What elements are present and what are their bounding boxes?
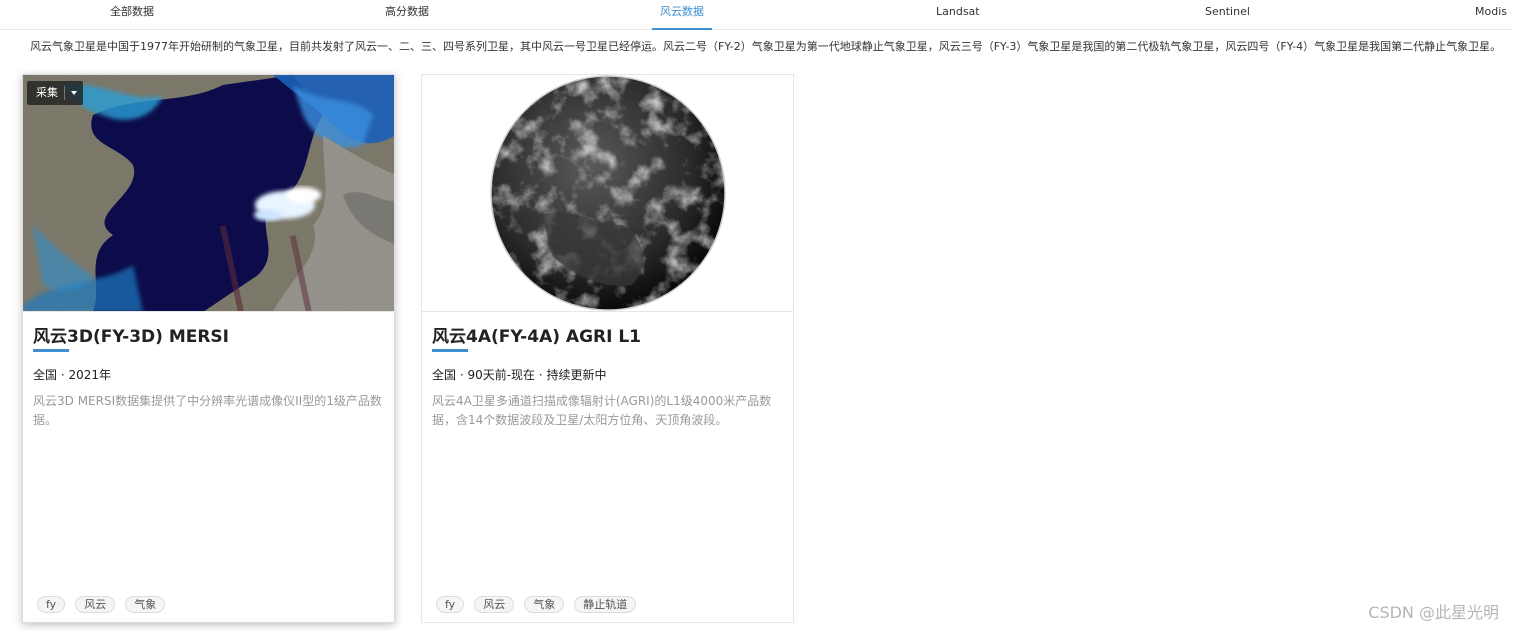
tag[interactable]: 风云 xyxy=(474,596,515,613)
dataset-description: 风云4A卫星多通道扫描成像辐射计(AGRI)的L1级4000米产品数据，含14个… xyxy=(432,394,772,427)
tag[interactable]: 静止轨道 xyxy=(574,596,637,613)
collect-dropdown-button[interactable]: 采集 xyxy=(27,81,83,105)
tab-gaofen-data[interactable]: 高分数据 xyxy=(385,0,429,30)
dataset-card-fy3d[interactable]: 采集 风云3D(FY-3D) MERSI 全国 · 2021年 风云3D MER… xyxy=(22,74,395,623)
tag[interactable]: fy xyxy=(436,596,465,613)
satellite-image-fy3d xyxy=(23,75,394,311)
category-tabs: 全部数据 高分数据 风云数据 Landsat Sentinel Modis xyxy=(0,0,1513,30)
tag-list: fy 风云 气象 静止轨道 xyxy=(436,596,637,613)
dataset-description: 风云3D MERSI数据集提供了中分辨率光谱成像仪II型的1级产品数据。 xyxy=(33,394,382,427)
tab-modis[interactable]: Modis xyxy=(1475,0,1507,30)
dataset-meta: 全国 · 2021年 xyxy=(33,368,111,382)
tag[interactable]: fy xyxy=(37,596,66,613)
dataset-thumbnail: 采集 xyxy=(23,75,394,312)
tag[interactable]: 气象 xyxy=(125,596,166,613)
tab-landsat[interactable]: Landsat xyxy=(936,0,980,30)
tab-sentinel[interactable]: Sentinel xyxy=(1205,0,1250,30)
dataset-title[interactable]: 风云4A(FY-4A) AGRI L1 xyxy=(432,322,641,347)
dataset-meta: 全国 · 90天前-现在 · 持续更新中 xyxy=(432,368,607,382)
caret-down-icon xyxy=(71,91,77,95)
collect-label: 采集 xyxy=(36,86,58,99)
tag-list: fy 风云 气象 xyxy=(37,596,166,613)
watermark: CSDN @此星光明 xyxy=(1368,603,1499,622)
title-underline xyxy=(432,349,468,352)
earth-disk-image-fy4a xyxy=(490,75,726,311)
category-description: 风云气象卫星是中国于1977年开始研制的气象卫星，目前共发射了风云一、二、三、四… xyxy=(30,40,1500,53)
tag[interactable]: 风云 xyxy=(75,596,116,613)
dataset-card-fy4a[interactable]: 风云4A(FY-4A) AGRI L1 全国 · 90天前-现在 · 持续更新中… xyxy=(421,74,794,623)
tag[interactable]: 气象 xyxy=(524,596,565,613)
dataset-thumbnail xyxy=(422,75,793,312)
tab-all-data[interactable]: 全部数据 xyxy=(110,0,154,30)
tab-fengyun-data[interactable]: 风云数据 xyxy=(652,0,712,30)
dataset-title[interactable]: 风云3D(FY-3D) MERSI xyxy=(33,322,229,347)
title-underline xyxy=(33,349,69,352)
